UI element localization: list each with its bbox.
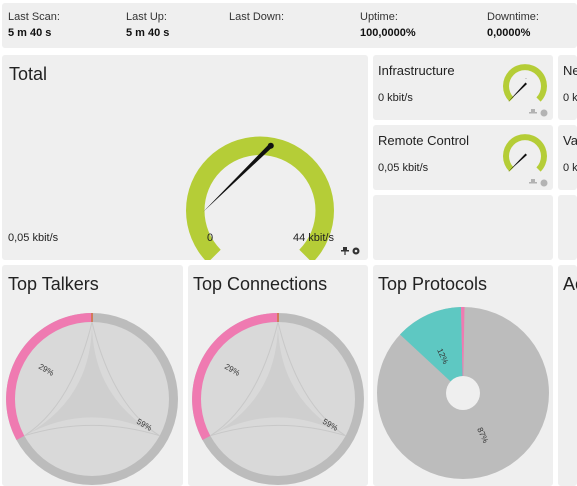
total-toolbar <box>341 247 360 255</box>
last-up: Last Up: 5 m 40 s <box>126 10 169 40</box>
downtime-value: 0,0000% <box>487 27 531 39</box>
last-up-value: 5 m 40 s <box>126 27 170 39</box>
uptime-label: Uptime: <box>360 11 398 23</box>
top-connections-chart: 29% 59% <box>192 313 364 485</box>
ne-panel[interactable]: Ne 0 k <box>558 55 577 120</box>
pin-icon[interactable] <box>341 247 349 255</box>
uptime: Uptime: 100,0000% <box>360 10 416 40</box>
va-panel[interactable]: Va 0 k <box>558 125 577 190</box>
empty-panel-right <box>558 195 577 260</box>
top-protocols-panel[interactable]: Top Protocols 12% 87% <box>373 265 553 486</box>
downtime-label: Downtime: <box>487 11 539 23</box>
remote-control-panel[interactable]: Remote Control 0,05 kbit/s <box>373 125 553 190</box>
gear-icon[interactable] <box>540 109 548 117</box>
ne-title: Ne <box>563 63 577 78</box>
ac-panel[interactable]: Ac <box>558 265 577 486</box>
total-gauge-min: 0 <box>207 232 214 244</box>
infrastructure-panel[interactable]: Infrastructure 0 kbit/s · <box>373 55 553 120</box>
empty-panel <box>373 195 553 260</box>
va-title: Va <box>563 133 577 148</box>
gear-icon[interactable] <box>352 247 360 255</box>
last-scan-value: 5 m 40 s <box>8 27 52 39</box>
last-scan: Last Scan: 5 m 40 s <box>8 10 60 40</box>
uptime-value: 100,0000% <box>360 27 416 39</box>
total-gauge-needle-tip <box>267 142 274 149</box>
svg-text:·: · <box>525 76 527 82</box>
va-value: 0 k <box>563 162 577 174</box>
top-protocols-chart: 12% 87% <box>377 306 549 479</box>
top-talkers-chart: 29% 59% <box>6 313 178 485</box>
top-talkers-panel[interactable]: Top Talkers 29% 59% <box>2 265 183 486</box>
downtime: Downtime: 0,0000% <box>487 10 539 40</box>
infrastructure-gauge: · <box>503 64 547 102</box>
ac-title: Ac <box>563 274 577 294</box>
last-up-label: Last Up: <box>126 11 167 23</box>
gear-icon[interactable] <box>540 179 548 187</box>
infrastructure-toolbar <box>529 109 548 117</box>
top-connections-panel[interactable]: Top Connections 29% 59% <box>188 265 368 486</box>
last-down-label: Last Down: <box>229 11 285 23</box>
pin-icon[interactable] <box>529 179 537 187</box>
total-gauge <box>186 136 334 260</box>
last-scan-label: Last Scan: <box>8 11 60 23</box>
total-panel[interactable]: Total 0,05 kbit/s 0 44 kbit/s <box>2 55 368 260</box>
total-gauge-max: 44 kbit/s <box>293 232 334 244</box>
pin-icon[interactable] <box>529 109 537 117</box>
remote-control-gauge <box>503 134 547 172</box>
ne-value: 0 k <box>563 92 577 104</box>
total-current-value: 0,05 kbit/s <box>8 232 59 244</box>
remote-control-toolbar <box>529 179 548 187</box>
last-down: Last Down: <box>229 10 284 26</box>
